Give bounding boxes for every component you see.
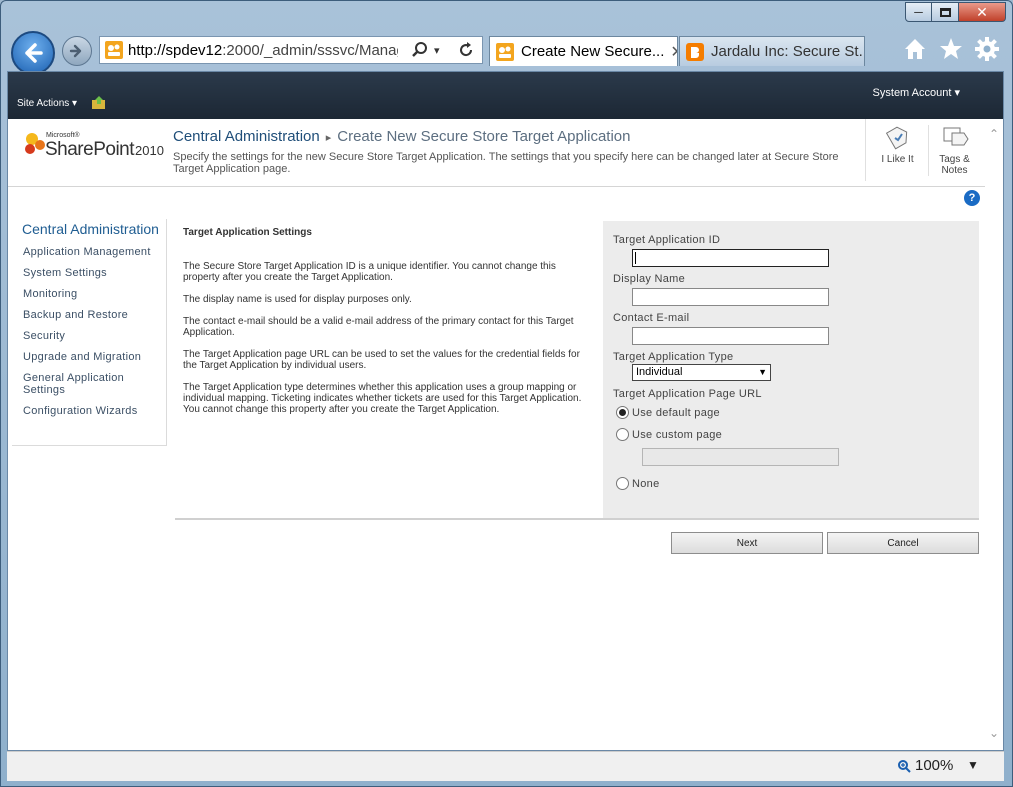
quick-launch-heading[interactable]: Central Administration	[12, 219, 166, 237]
target-app-type-select[interactable]: Individual ▼	[632, 364, 771, 381]
desc-paragraph: The contact e-mail should be a valid e-m…	[183, 316, 574, 338]
zoom-dropdown-icon[interactable]: ▼	[967, 758, 979, 772]
page-scrollbar[interactable]: ⌃ ⌄	[985, 119, 1003, 750]
display-name-input[interactable]	[632, 288, 829, 306]
status-bar: 100% ▼	[7, 751, 1004, 781]
close-tab-icon[interactable]: ✕	[670, 42, 677, 62]
divider	[865, 119, 866, 181]
gear-icon[interactable]	[974, 36, 1000, 62]
ql-item-monitoring[interactable]: Monitoring	[12, 288, 166, 300]
close-icon: ✕	[976, 3, 988, 20]
refresh-icon[interactable]	[456, 40, 476, 60]
radio-icon[interactable]	[616, 477, 629, 490]
back-button[interactable]	[11, 31, 55, 75]
home-icon[interactable]	[902, 36, 928, 62]
navigate-up-icon[interactable]	[91, 96, 107, 110]
radio-selected-icon[interactable]	[616, 406, 629, 419]
dropdown-icon[interactable]: ▾	[434, 44, 440, 57]
favorites-star-icon[interactable]	[938, 36, 964, 62]
zoom-level: 100%	[915, 757, 954, 774]
ql-item-system-settings[interactable]: System Settings	[12, 267, 166, 279]
i-like-it-button[interactable]: I Like It	[875, 125, 920, 165]
contact-email-label: Contact E-mail	[613, 312, 690, 324]
radio-none[interactable]: None	[616, 477, 660, 490]
page-description: Specify the settings for the new Secure …	[173, 151, 839, 175]
site-actions-menu[interactable]: Site Actions ▾	[17, 98, 77, 109]
ql-item-configuration-wizards[interactable]: Configuration Wizards	[12, 405, 166, 417]
maximize-button[interactable]	[932, 2, 959, 22]
text-cursor	[635, 252, 636, 264]
chevron-down-icon: ▼	[758, 367, 767, 377]
section-fields: Target Application ID Display Name Conta…	[603, 221, 979, 519]
navigation-bar: http://spdev12:2000/_admin/sssvc/Manag ▾…	[1, 29, 1013, 75]
sharepoint-logo: Microsoft® SharePoint 2010	[20, 129, 170, 169]
desc-paragraph: The Target Application page URL can be u…	[183, 349, 580, 371]
quick-launch: Central Administration Application Manag…	[12, 219, 167, 446]
ql-item-application-management[interactable]: Application Management	[12, 246, 166, 258]
close-window-button[interactable]: ✕	[959, 2, 1006, 22]
forward-button[interactable]	[62, 36, 92, 66]
breadcrumb-separator-icon: ▸	[325, 132, 332, 144]
page-viewport: Site Actions ▾ System Account ▾ Microsof…	[7, 71, 1004, 751]
breadcrumb: Central Administration ▸ Create New Secure…	[173, 128, 630, 145]
minimize-button[interactable]: ─	[905, 2, 932, 22]
zoom-control[interactable]: 100%	[897, 757, 953, 774]
form-divider	[175, 518, 979, 520]
desc-paragraph: The Secure Store Target Application ID i…	[183, 261, 556, 283]
ql-item-backup-restore[interactable]: Backup and Restore	[12, 309, 166, 321]
desc-paragraph: The Target Application type determines w…	[183, 382, 582, 415]
tab-create-new-secure[interactable]: Create New Secure... ✕	[489, 36, 678, 66]
sharepoint-favicon	[496, 42, 514, 61]
custom-page-url-input[interactable]	[642, 448, 839, 466]
back-arrow-icon	[25, 43, 43, 63]
forward-arrow-icon	[69, 44, 82, 58]
search-icon[interactable]	[410, 40, 430, 60]
tab-label: Jardalu Inc: Secure St...	[711, 43, 865, 60]
sharepoint-favicon	[105, 41, 123, 59]
window-controls: ─ ✕	[905, 2, 1006, 22]
display-name-label: Display Name	[613, 273, 686, 285]
target-app-type-label: Target Application Type	[613, 351, 734, 363]
like-tag-icon	[885, 126, 907, 150]
blogger-favicon	[686, 42, 704, 61]
title-area: Microsoft® SharePoint 2010 Central Admin…	[8, 119, 986, 187]
breadcrumb-root-link[interactable]: Central Administration	[173, 128, 320, 145]
scroll-up-icon[interactable]: ⌃	[989, 127, 999, 141]
minimize-icon: ─	[914, 5, 923, 19]
tab-label: Create New Secure...	[521, 43, 665, 60]
ql-item-general-settings[interactable]: General Application Settings	[12, 372, 132, 396]
browser-window: ─ ✕ http://spdev12:2000/_admin/sssvc/Man…	[0, 0, 1013, 787]
radio-custom-page[interactable]: Use custom page	[616, 428, 722, 441]
cancel-button[interactable]: Cancel	[827, 532, 979, 554]
tags-notes-icon	[943, 127, 969, 146]
page-url-label: Target Application Page URL	[613, 388, 762, 400]
address-bar[interactable]: http://spdev12:2000/_admin/sssvc/Manag ▾	[99, 36, 483, 64]
ql-item-security[interactable]: Security	[12, 330, 166, 342]
section-title: Target Application Settings	[183, 227, 312, 238]
maximize-icon	[939, 7, 951, 17]
zoom-icon	[898, 759, 911, 773]
desc-paragraph: The display name is used for display pur…	[183, 294, 412, 305]
ql-item-upgrade-migration[interactable]: Upgrade and Migration	[12, 351, 166, 363]
contact-email-input[interactable]	[632, 327, 829, 345]
target-app-id-label: Target Application ID	[613, 234, 721, 246]
account-menu[interactable]: System Account ▾	[873, 86, 960, 99]
tags-notes-button[interactable]: Tags & Notes	[928, 125, 980, 176]
target-app-id-input[interactable]	[632, 249, 829, 267]
ribbon-bar: Site Actions ▾ System Account ▾	[8, 72, 1003, 119]
radio-icon[interactable]	[616, 428, 629, 441]
help-icon[interactable]: ?	[964, 190, 980, 206]
next-button[interactable]: Next	[671, 532, 823, 554]
page-title: Create New Secure Store Target Applicati…	[337, 128, 631, 145]
browser-tools	[902, 36, 1000, 62]
radio-default-page[interactable]: Use default page	[616, 406, 720, 419]
section-description: Target Application Settings The Secure S…	[175, 221, 602, 519]
address-url: http://spdev12:2000/_admin/sssvc/Manag	[128, 41, 398, 59]
tab-jardalu[interactable]: Jardalu Inc: Secure St...	[679, 36, 865, 66]
scroll-down-icon[interactable]: ⌄	[989, 726, 999, 740]
